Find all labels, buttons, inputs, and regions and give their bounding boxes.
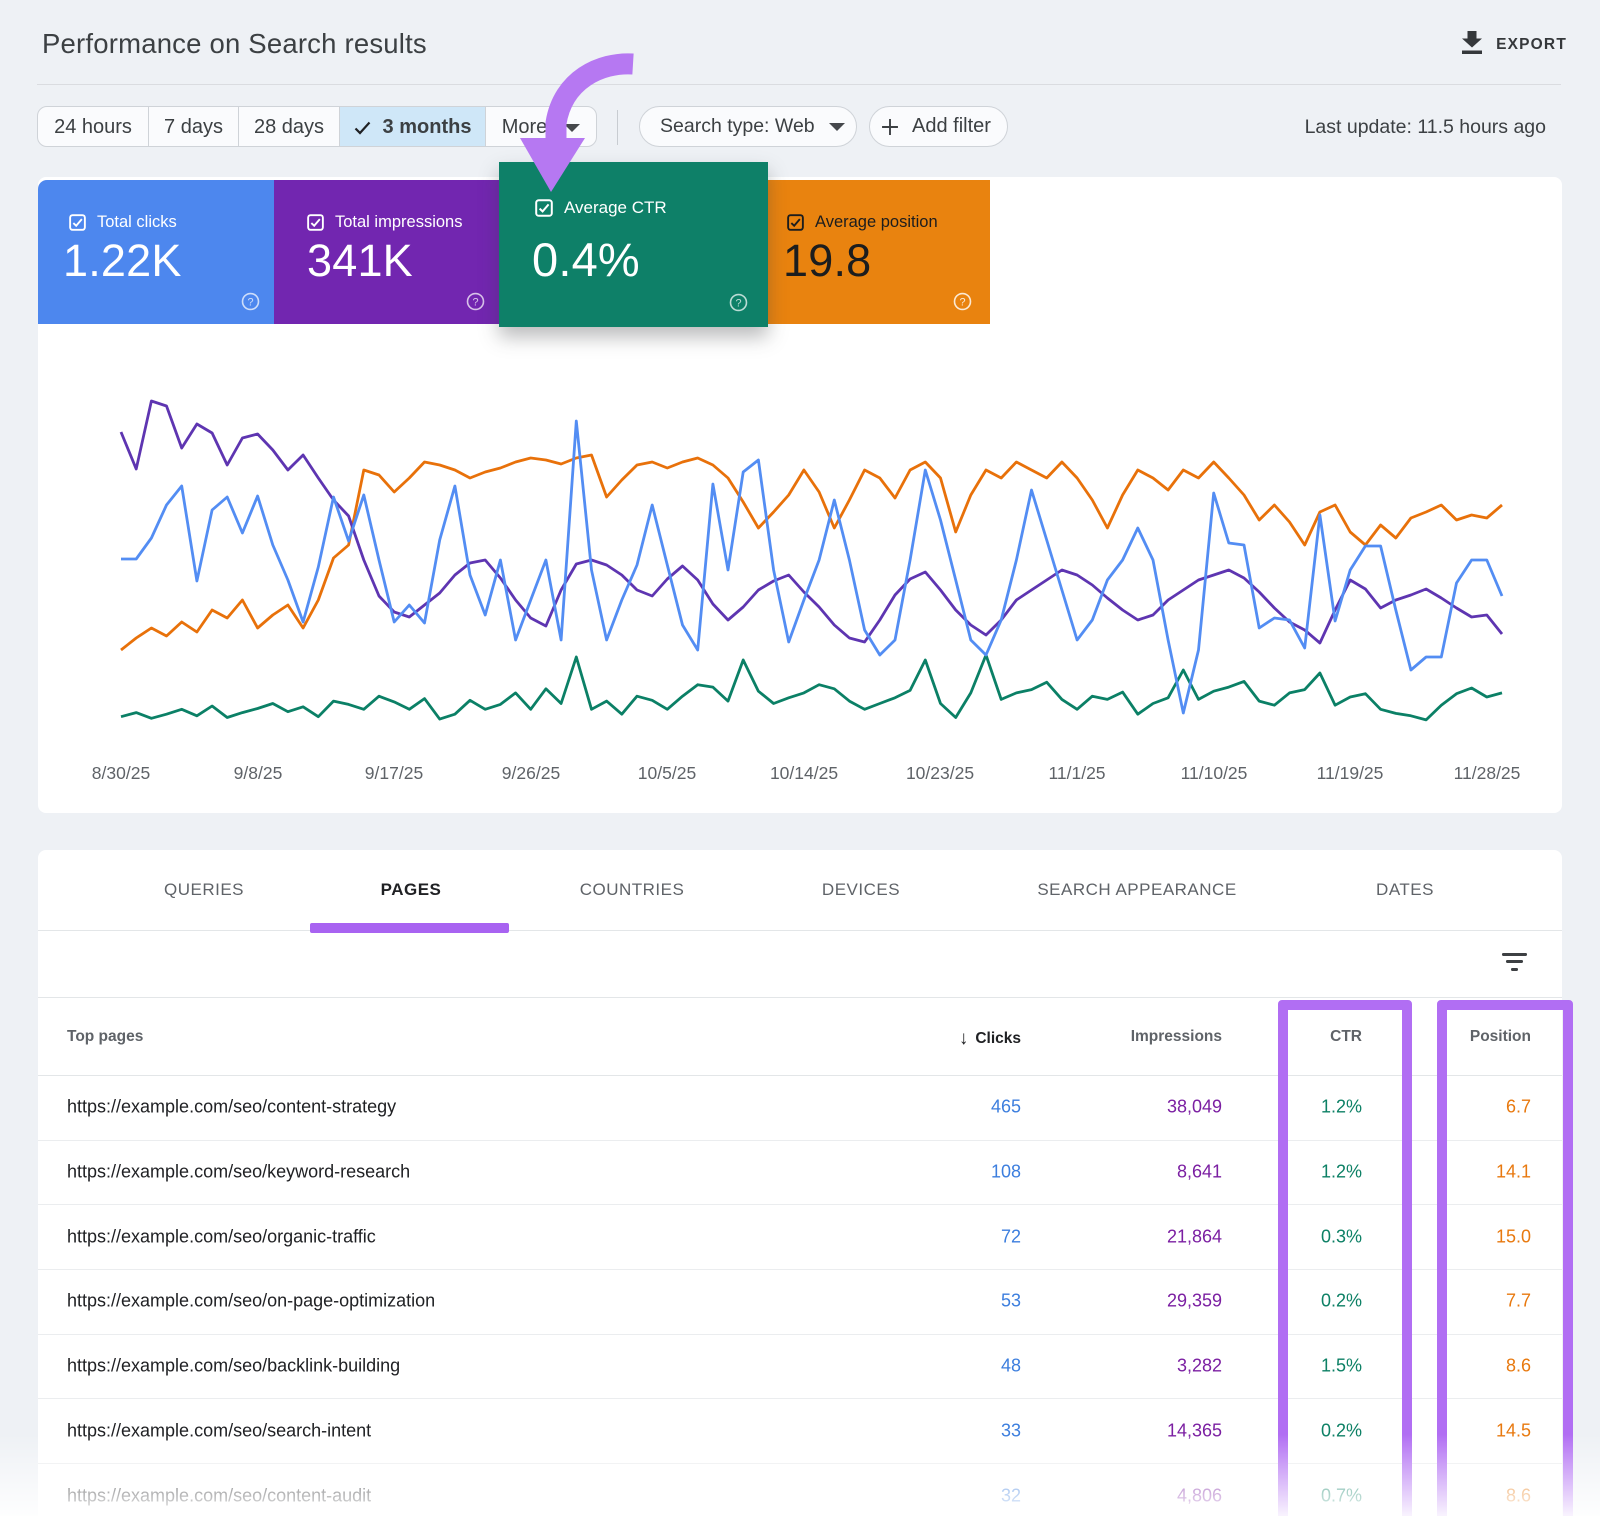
- svg-text:10/5/25: 10/5/25: [638, 763, 696, 783]
- svg-text:11/28/25: 11/28/25: [1454, 763, 1521, 783]
- svg-text:?: ?: [959, 297, 965, 309]
- svg-text:10/23/25: 10/23/25: [906, 763, 974, 783]
- svg-text:?: ?: [247, 297, 253, 309]
- svg-text:8/30/25: 8/30/25: [92, 763, 150, 783]
- svg-text:11/10/25: 11/10/25: [1181, 763, 1248, 783]
- svg-text:9/8/25: 9/8/25: [234, 763, 283, 783]
- svg-text:9/26/25: 9/26/25: [502, 763, 560, 783]
- svg-text:?: ?: [735, 298, 741, 310]
- svg-text:?: ?: [472, 297, 478, 309]
- svg-text:10/14/25: 10/14/25: [770, 763, 838, 783]
- svg-text:11/19/25: 11/19/25: [1317, 763, 1384, 783]
- svg-text:9/17/25: 9/17/25: [365, 763, 423, 783]
- svg-text:11/1/25: 11/1/25: [1048, 763, 1105, 783]
